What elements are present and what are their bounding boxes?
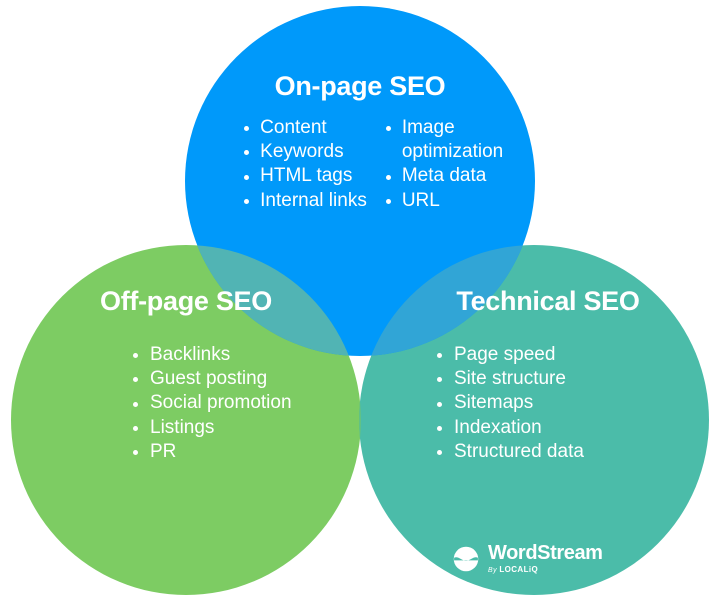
logo-text: WordStream By LOCALiQ bbox=[488, 543, 603, 574]
bullet-dot-icon bbox=[244, 126, 250, 132]
group-title-on-page: On-page SEO bbox=[274, 71, 446, 101]
bullet-dot-icon bbox=[244, 150, 250, 156]
wordstream-logo[interactable]: WordStream By LOCALiQ bbox=[452, 543, 603, 574]
bullet-dot-icon bbox=[133, 450, 138, 456]
list-item-label: Image optimization bbox=[401, 116, 504, 162]
list-item: URL bbox=[385, 189, 513, 213]
logo-tagline-brand: LOCALiQ bbox=[499, 565, 539, 574]
list-item-label: Sitemaps bbox=[454, 392, 534, 414]
technical-list: Page speed Site structure Sitemaps Index… bbox=[382, 343, 714, 465]
bullet-dot-icon bbox=[133, 426, 138, 432]
on-page-columns: Content Keywords HTML tags Internal link… bbox=[186, 116, 534, 213]
bullet-dot-icon bbox=[385, 126, 391, 132]
bullet-dot-icon bbox=[437, 426, 442, 432]
list-item: PR bbox=[132, 440, 358, 464]
list-item-label: Social promotion bbox=[150, 392, 292, 414]
list-item: Guest posting bbox=[132, 367, 358, 391]
group-technical: Technical SEO Page speed Site structure … bbox=[382, 286, 714, 465]
list-item: Indexation bbox=[436, 416, 714, 440]
group-off-page: Off-page SEO Backlinks Guest posting Soc… bbox=[14, 286, 358, 465]
list-item-label: Page speed bbox=[454, 343, 556, 365]
group-on-page: On-page SEO Content Keywords HTML tags I… bbox=[186, 71, 534, 213]
list-item: Page speed bbox=[436, 343, 714, 367]
list-item: Internal links bbox=[243, 189, 367, 213]
list-item-label: Meta data bbox=[401, 165, 487, 187]
list-item-label: Site structure bbox=[454, 368, 566, 389]
list-item-label: Keywords bbox=[260, 141, 344, 162]
bullet-dot-icon bbox=[385, 174, 391, 180]
logo-tagline: By LOCALiQ bbox=[488, 565, 603, 575]
list-item: Structured data bbox=[436, 440, 714, 464]
bullet-dot-icon bbox=[244, 199, 250, 205]
list-item-label: Guest posting bbox=[150, 368, 268, 389]
bullet-dot-icon bbox=[133, 353, 138, 359]
list-item-label: Content bbox=[260, 116, 327, 138]
list-item: Meta data bbox=[385, 164, 513, 188]
list-item-label: URL bbox=[401, 189, 440, 211]
bullet-dot-icon bbox=[437, 401, 442, 407]
list-item-label: PR bbox=[150, 440, 177, 462]
logo-wordmark: WordStream bbox=[488, 542, 603, 564]
list-item: Image optimization bbox=[385, 116, 522, 165]
bullet-dot-icon bbox=[133, 377, 138, 383]
group-title-off-page: Off-page SEO bbox=[100, 286, 272, 316]
bullet-dot-icon bbox=[437, 450, 442, 456]
list-item-label: Indexation bbox=[454, 416, 542, 438]
on-page-list-left: Content Keywords HTML tags Internal link… bbox=[243, 116, 367, 213]
list-item: Content bbox=[243, 116, 367, 140]
list-item: Listings bbox=[132, 416, 358, 440]
wordstream-wave-circle-icon bbox=[453, 546, 479, 571]
venn-diagram: On-page SEO Content Keywords HTML tags I… bbox=[0, 0, 720, 608]
bullet-dot-icon bbox=[437, 353, 442, 359]
list-item-label: Backlinks bbox=[150, 343, 231, 365]
bullet-dot-icon bbox=[244, 174, 250, 180]
list-item-label: Internal links bbox=[260, 189, 367, 211]
list-item: HTML tags bbox=[243, 164, 367, 188]
list-item: Backlinks bbox=[132, 343, 358, 367]
list-item: Site structure bbox=[436, 367, 714, 391]
list-item-label: Structured data bbox=[454, 440, 584, 462]
list-item-label: Listings bbox=[150, 416, 215, 438]
list-item: Sitemaps bbox=[436, 391, 714, 415]
logo-tagline-by: By bbox=[488, 567, 500, 574]
bullet-dot-icon bbox=[437, 377, 442, 383]
group-title-technical: Technical SEO bbox=[456, 286, 640, 316]
bullet-dot-icon bbox=[385, 199, 391, 205]
on-page-list-right: Image optimization Meta data URL bbox=[385, 116, 513, 213]
bullet-dot-icon bbox=[133, 401, 138, 407]
list-item: Social promotion bbox=[132, 391, 358, 415]
list-item-label: HTML tags bbox=[260, 165, 353, 187]
list-item: Keywords bbox=[243, 140, 367, 164]
off-page-list: Backlinks Guest posting Social promotion… bbox=[14, 343, 358, 465]
